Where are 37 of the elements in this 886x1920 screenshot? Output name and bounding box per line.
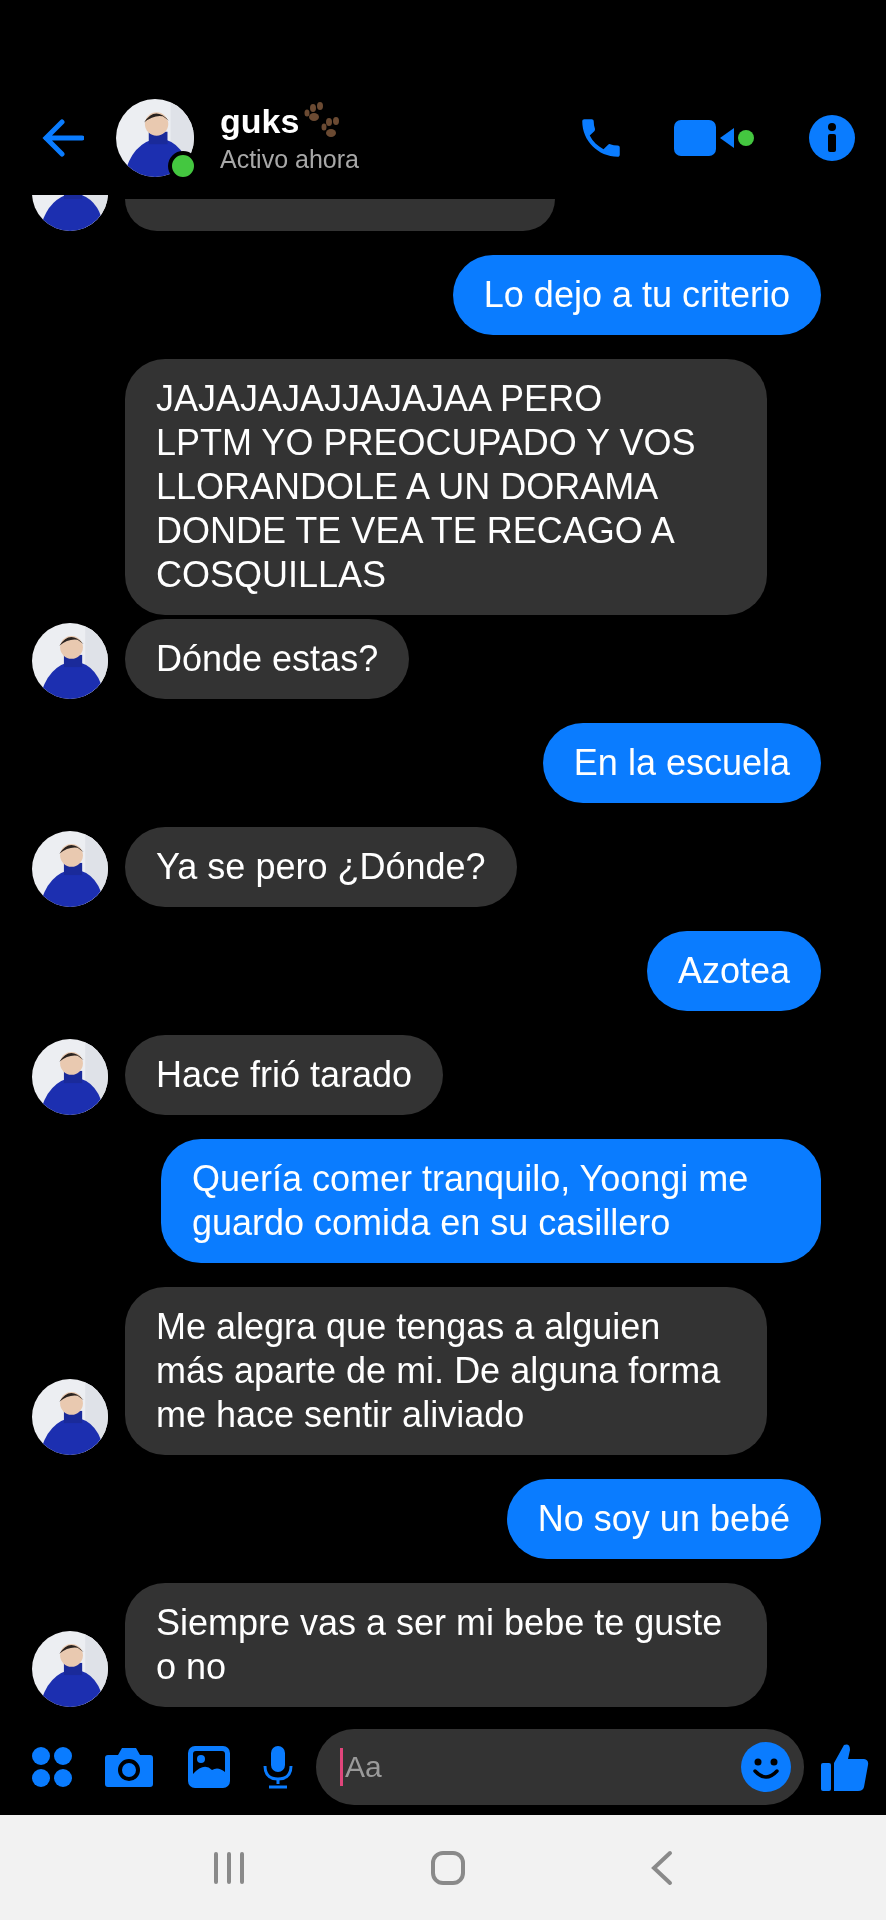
message-bubble: No soy un bebé <box>506 1479 821 1559</box>
back-arrow-icon <box>40 117 84 158</box>
emoji-button[interactable] <box>740 1741 792 1793</box>
home-button[interactable] <box>430 1849 466 1886</box>
message-input[interactable]: Aa <box>343 1749 740 1785</box>
message-bubble: Siempre vas a ser mi bebe te guste o no <box>125 1583 767 1707</box>
message-bubble: Ya se pero ¿Dónde? <box>125 827 517 907</box>
microphone-icon <box>262 1744 294 1790</box>
activity-status: Activo ahora <box>220 144 360 174</box>
message-bubble: Quería comer tranquilo, Yoongi me guardo comida en su casillero <box>161 1139 821 1263</box>
rounded-square-icon <box>430 1849 466 1886</box>
menu-button[interactable] <box>30 1745 74 1789</box>
camera-icon <box>104 1745 154 1789</box>
info-button[interactable] <box>808 113 856 162</box>
image-icon <box>186 1744 232 1790</box>
info-icon <box>808 113 856 162</box>
three-bars-icon <box>212 1850 246 1885</box>
chevron-left-icon <box>650 1849 674 1886</box>
message-bubble: Hace frió tarado <box>125 1035 444 1115</box>
camera-button[interactable] <box>104 1745 154 1789</box>
message-bubble: Azotea <box>646 931 821 1011</box>
back-button[interactable] <box>40 117 84 158</box>
back-nav-button[interactable] <box>650 1849 674 1886</box>
gallery-button[interactable] <box>186 1744 232 1790</box>
message-bubble: Me alegra que tengas a alguien más aparte de mi. De alguna forma me hace sentir aliviado <box>125 1287 767 1455</box>
message-bubble: JAJAJAJAJJAJAJAA PERO LPTM YO PREOCUPADO Y VOS LLORANDOLE A UN DORAMA DONDE TE VEA TE RECAGO A COSQUILLAS <box>125 359 767 615</box>
message-bubble: En la escuela <box>542 723 821 803</box>
recent-apps-button[interactable] <box>212 1850 246 1885</box>
message-bubble: Dónde estas? <box>125 619 410 699</box>
message-bubble: Lo dejo a tu criterio <box>452 255 821 335</box>
text-cursor <box>340 1748 343 1786</box>
message-field[interactable]: Aa <box>316 1729 804 1805</box>
smiley-icon <box>740 1741 792 1793</box>
four-dots-icon <box>30 1745 74 1789</box>
contact-name: guks <box>220 101 300 141</box>
paw-prints-icon <box>303 102 342 140</box>
voice-button[interactable] <box>262 1744 294 1790</box>
